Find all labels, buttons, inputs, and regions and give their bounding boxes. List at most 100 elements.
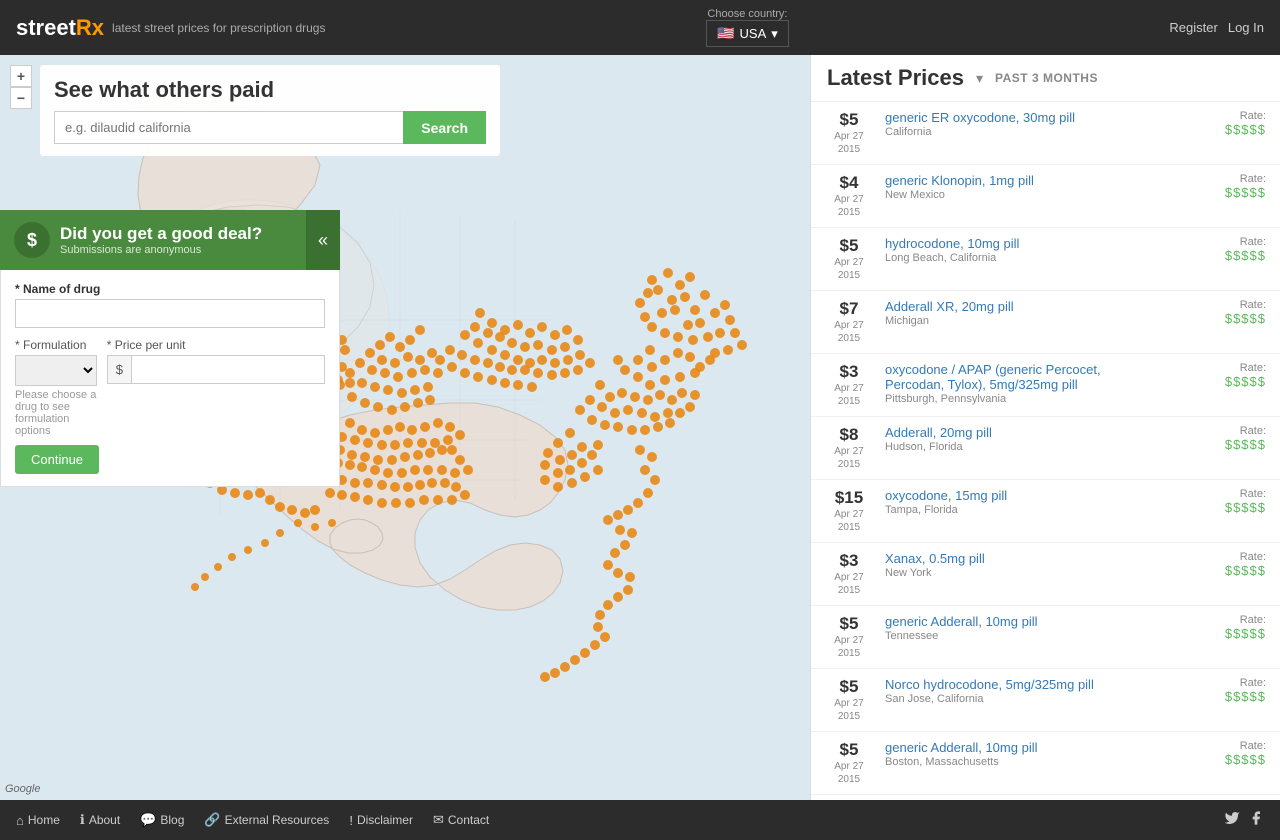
twitter-link[interactable] [1224,810,1240,831]
price-info: Adderall, 20mg pill Hudson, Florida [885,425,1144,453]
price-amount: $5 [825,677,873,697]
facebook-link[interactable] [1248,810,1264,831]
rate-dollars: $$$$$ [1156,311,1266,326]
rate-dollars: $$$$$ [1156,374,1266,389]
price-date-col: $7 Apr 272015 [825,299,873,345]
price-location: San Jose, California [885,693,1144,705]
price-rating: Rate: $$$$$ [1156,236,1266,263]
rate-dollars: $$$$$ [1156,248,1266,263]
map-zoom-controls: + − [10,65,32,109]
zoom-in-button[interactable]: + [10,65,32,87]
price-rating: Rate: $$$$$ [1156,110,1266,137]
price-info: generic Klonopin, 1mg pill New Mexico [885,173,1144,201]
price-list-item[interactable]: $7 Apr 272015 Adderall XR, 20mg pill Mic… [811,291,1280,354]
drug-name-input[interactable] [15,299,325,328]
price-info: oxycodone, 15mg pill Tampa, Florida [885,488,1144,516]
drug-required-marker: * Name of drug [15,282,100,296]
footer-link-disclaimer[interactable]: ! Disclaimer [349,813,413,828]
form-row: * Formulation Please choose a drug to se… [15,338,325,437]
search-box: See what others paid Search [40,65,500,156]
price-date-col: $3 Apr 272015 [825,551,873,597]
dollar-icon: $ [14,222,50,258]
google-attribution: Google [5,783,40,795]
price-list-item[interactable]: $5 Apr 272015 hydrocodone, 10mg pill Lon… [811,228,1280,291]
price-input[interactable] [132,356,324,383]
price-list-item[interactable]: $5 Apr 272015 Norco hydrocodone, 5mg/325… [811,669,1280,732]
price-list-item[interactable]: $4 Apr 272015 generic Klonopin, 1mg pill… [811,165,1280,228]
price-location: Pittsburgh, Pennsylvania [885,393,1144,405]
rate-label: Rate: [1156,299,1266,311]
rate-label: Rate: [1156,740,1266,752]
price-rating: Rate: $$$$$ [1156,740,1266,767]
price-input-wrapper: $ [107,355,325,384]
footer-link-about[interactable]: ℹAbout [80,812,120,828]
footer-link-blog[interactable]: 💬Blog [140,812,184,828]
footer-link-home[interactable]: ⌂Home [16,813,60,828]
dropdown-arrow-icon: ▾ [771,26,778,42]
country-button[interactable]: 🇺🇸 USA ▾ [706,20,789,47]
price-list-item[interactable]: $3 Apr 272015 oxycodone / APAP (generic … [811,354,1280,417]
submission-subtitle: Submissions are anonymous [60,244,262,256]
formulation-select[interactable] [15,355,97,386]
price-amount: $15 [825,488,873,508]
footer-link-label: Blog [160,813,184,827]
top-navigation: streetRx latest street prices for prescr… [0,0,1280,55]
footer-link-contact[interactable]: ✉Contact [433,812,489,828]
price-date: Apr 272015 [825,634,873,660]
price-location: Tennessee [885,630,1144,642]
price-location: New Mexico [885,189,1144,201]
flag-icon: 🇺🇸 [717,25,734,42]
price-amount: $5 [825,110,873,130]
search-input[interactable] [54,111,403,144]
price-date-col: $5 Apr 272015 [825,677,873,723]
price-rating: Rate: $$$$$ [1156,173,1266,200]
price-list-item[interactable]: $8 Apr 272015 Adderall, 20mg pill Hudson… [811,417,1280,480]
rate-dollars: $$$$$ [1156,185,1266,200]
price-location: Tampa, Florida [885,504,1144,516]
country-selector[interactable]: Choose country: 🇺🇸 USA ▾ [706,8,789,47]
price-info: generic ER oxycodone, 30mg pill Californ… [885,110,1144,138]
price-drug-name: Adderall, 20mg pill [885,425,1144,440]
login-link[interactable]: Log In [1228,20,1264,35]
price-list-item[interactable]: $5 Apr 272015 generic ER oxycodone, 30mg… [811,102,1280,165]
rate-label: Rate: [1156,488,1266,500]
price-list-item[interactable]: $3 Apr 272015 Xanax, 0.5mg pill New York… [811,543,1280,606]
right-panel-header: Latest Prices ▾ PAST 3 MONTHS [811,55,1280,102]
continue-button[interactable]: Continue [15,445,99,474]
price-date: Apr 272015 [825,256,873,282]
submission-title: Did you get a good deal? [60,224,262,244]
logo[interactable]: streetRx [16,15,104,41]
submission-panel: $ Did you get a good deal? Submissions a… [0,210,340,487]
price-list-item[interactable]: $5 Apr 272015 generic Adderall, 10mg pil… [811,732,1280,795]
price-label: * Price per unit [107,338,325,352]
search-button[interactable]: Search [403,111,486,144]
price-drug-name: hydrocodone, 10mg pill [885,236,1144,251]
price-amount: $5 [825,740,873,760]
price-rating: Rate: $$$$$ [1156,677,1266,704]
footer-link-icon: ⌂ [16,813,24,828]
price-list-item[interactable]: $5 Apr 272015 generic Adderall, 10mg pil… [811,606,1280,669]
formulation-label: * Formulation [15,338,97,352]
footer-link-label: Disclaimer [357,813,413,827]
price-amount: $5 [825,614,873,634]
price-drug-name: oxycodone / APAP (generic Percocet, Perc… [885,362,1144,392]
price-list-item[interactable]: $15 Apr 272015 oxycodone, 15mg pill Tamp… [811,480,1280,543]
price-list-item[interactable]: $5 Apr 272015 Adderall, 10mg pill Blacks… [811,795,1280,800]
price-location: Hudson, Florida [885,441,1144,453]
time-filter[interactable]: PAST 3 MONTHS [995,71,1098,85]
price-date: Apr 272015 [825,319,873,345]
price-amount: $3 [825,551,873,571]
price-amount: $7 [825,299,873,319]
submission-header-text: Did you get a good deal? Submissions are… [60,224,262,256]
submission-toggle-button[interactable]: « [306,210,340,270]
footer-link-icon: ℹ [80,812,85,828]
footer-link-external-resources[interactable]: 🔗External Resources [204,812,329,828]
register-link[interactable]: Register [1169,20,1217,35]
footer-link-icon: 🔗 [204,812,220,828]
price-drug-name: generic Klonopin, 1mg pill [885,173,1144,188]
rate-label: Rate: [1156,425,1266,437]
price-date: Apr 272015 [825,508,873,534]
zoom-out-button[interactable]: − [10,87,32,109]
latest-prices-dropdown-icon[interactable]: ▾ [976,70,983,87]
footer-link-icon: ! [349,813,353,828]
